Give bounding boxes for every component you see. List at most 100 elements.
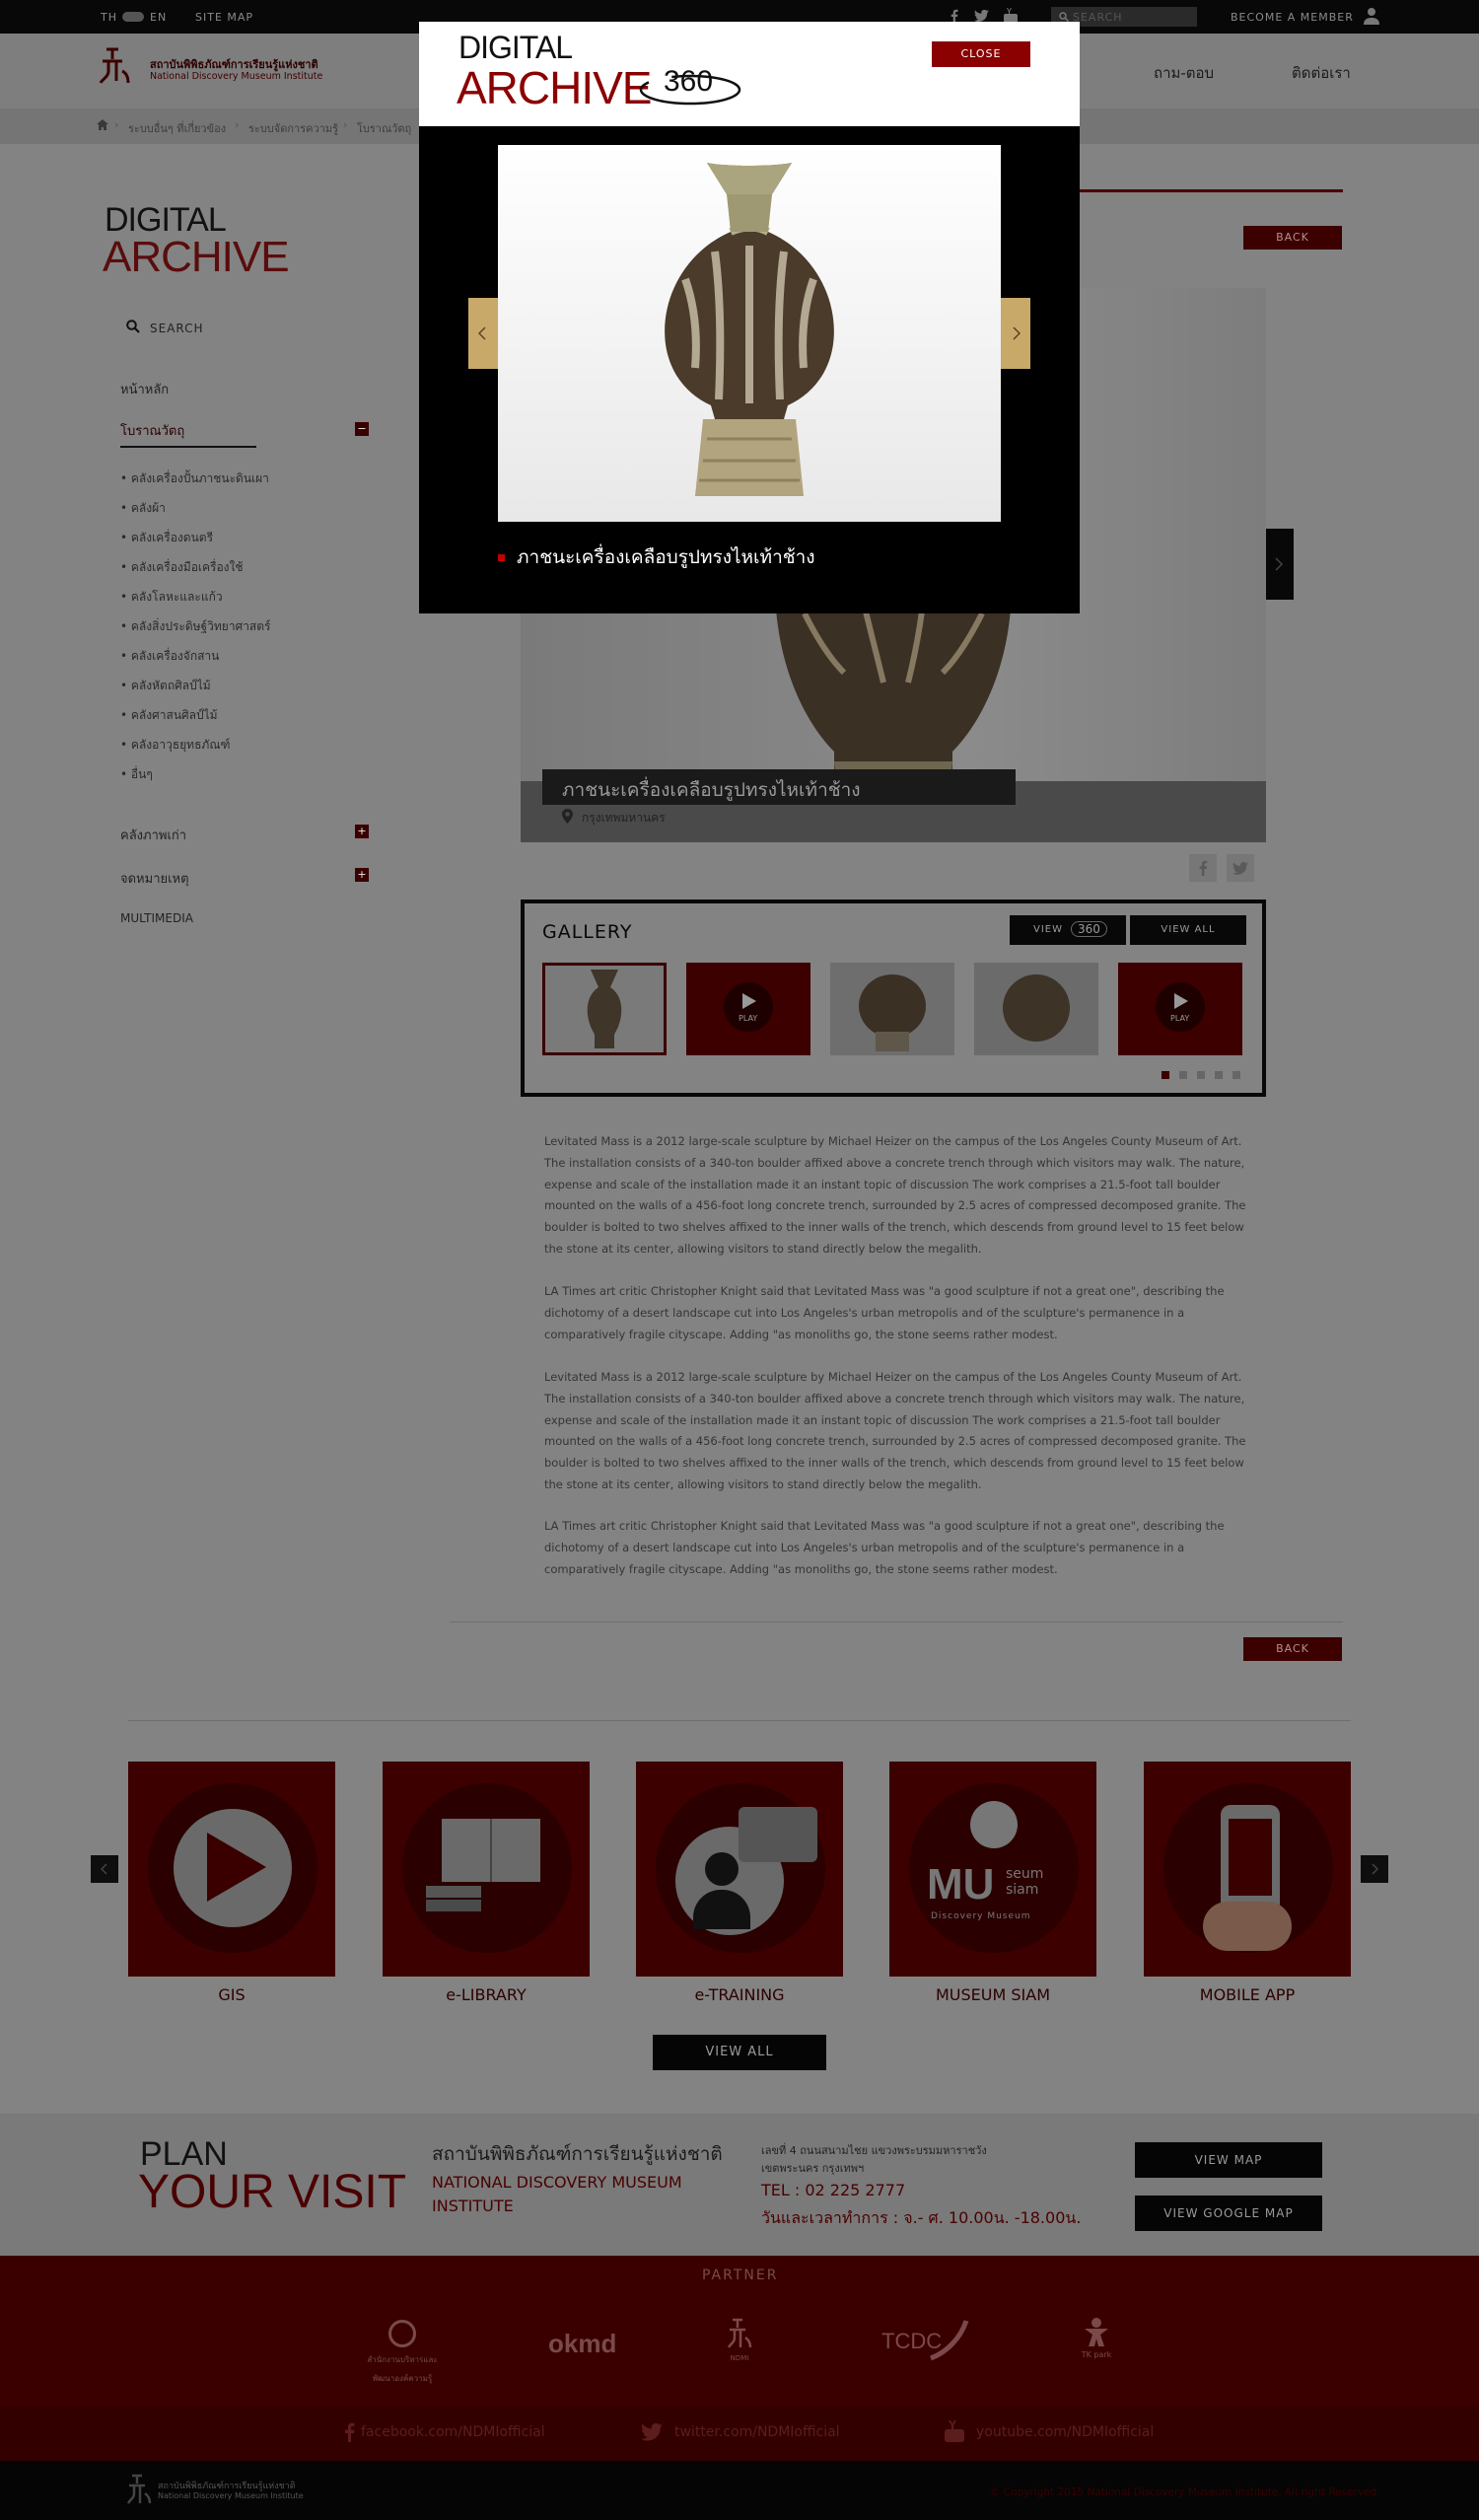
footer-logo-en: National Discovery Museum Institute bbox=[158, 2491, 304, 2500]
pager-dot[interactable] bbox=[1232, 1071, 1240, 1079]
youtube-icon[interactable] bbox=[1004, 8, 1018, 23]
address-line: เลขที่ 4 ถนนสนามไชย แขวงพระบรมมหาราชวัง bbox=[761, 2144, 987, 2157]
partner-logo-okmd[interactable]: okmd bbox=[548, 2329, 616, 2359]
gallery-thumb[interactable] bbox=[830, 963, 954, 1055]
partner-logo-tkpark[interactable]: TK park bbox=[1067, 2317, 1126, 2366]
search-icon bbox=[1059, 12, 1069, 22]
list-item[interactable]: • คลังหัตถศิลป์ไม้ bbox=[120, 677, 211, 695]
breadcrumb-item[interactable]: ระบบจัดการความรู้ bbox=[248, 119, 338, 137]
facebook-link[interactable]: facebook.com/NDMIofficial bbox=[361, 2424, 545, 2440]
list-item[interactable]: • คลังโลหะและแก้ว bbox=[120, 588, 223, 607]
user-icon[interactable] bbox=[1363, 7, 1380, 25]
twitter-icon[interactable] bbox=[974, 10, 989, 22]
chevron-left-icon bbox=[478, 326, 486, 340]
org-name-en-2: INSTITUTE bbox=[432, 2196, 514, 2215]
sidebar-item-archives[interactable]: จดหมายเหตุ bbox=[120, 868, 189, 889]
gallery-panel: GALLERY VIEW 360 VIEW ALL PLAY PLAY bbox=[521, 900, 1266, 1097]
list-item[interactable]: • คลังเครื่องจักสาน bbox=[120, 647, 219, 666]
footer: สถาบันพิพิธภัณฑ์การเรียนรู้แห่งชาติ Nati… bbox=[0, 2461, 1479, 2520]
pager-dot-active[interactable] bbox=[1162, 1071, 1169, 1079]
list-item[interactable]: • คลังเครื่องมือเครื่องใช้ bbox=[120, 558, 244, 577]
org-name-en-1: NATIONAL DISCOVERY MUSEUM bbox=[432, 2173, 682, 2192]
view-360-button[interactable]: VIEW 360 bbox=[1010, 915, 1126, 945]
view-map-button[interactable]: VIEW MAP bbox=[1135, 2142, 1322, 2178]
list-item[interactable]: • คลังผ้า bbox=[120, 499, 166, 518]
sidebar-item-antiquities[interactable]: โบราณวัตถุ bbox=[120, 420, 184, 441]
facebook-icon bbox=[1199, 860, 1208, 876]
view-google-map-button[interactable]: VIEW GOOGLE MAP bbox=[1135, 2196, 1322, 2231]
modal-vase-image[interactable] bbox=[498, 145, 1001, 522]
expand-icon[interactable]: + bbox=[355, 868, 369, 882]
nav-contact[interactable]: ติดต่อเรา bbox=[1292, 61, 1351, 85]
share-twitter-button[interactable] bbox=[1227, 854, 1254, 882]
partner-title: PARTNER bbox=[702, 2268, 779, 2283]
home-icon[interactable] bbox=[97, 119, 108, 130]
list-item[interactable]: • คลังศาสนศิลป์ไม้ bbox=[120, 706, 218, 725]
services-prev-button[interactable] bbox=[91, 1855, 118, 1883]
title-box: ภาชนะเครื่องเคลือบรูปทรงไหเท้าช้าง bbox=[542, 769, 1016, 805]
title-rule bbox=[1079, 189, 1343, 192]
breadcrumb-item[interactable]: โบราณวัตถุ bbox=[357, 119, 411, 137]
service-card-elibrary[interactable] bbox=[383, 1762, 590, 1977]
service-card-gis[interactable] bbox=[128, 1762, 335, 1977]
modal-caption: ภาชนะเครื่องเคลือบรูปทรงไหเท้าช้าง bbox=[517, 546, 815, 568]
logo-text-en: National Discovery Museum Institute bbox=[150, 71, 323, 82]
share-facebook-button[interactable] bbox=[1189, 854, 1217, 882]
twitter-link[interactable]: twitter.com/NDMIofficial bbox=[674, 2424, 840, 2440]
sitemap-link[interactable]: SITE MAP bbox=[195, 11, 253, 24]
modal-next-button[interactable] bbox=[1001, 298, 1030, 369]
service-label[interactable]: GIS bbox=[128, 1985, 335, 2004]
become-member-link[interactable]: BECOME A MEMBER bbox=[1231, 11, 1354, 24]
back-button[interactable]: BACK bbox=[1243, 226, 1342, 250]
gallery-thumb[interactable] bbox=[974, 963, 1098, 1055]
search-icon[interactable] bbox=[126, 320, 140, 333]
nav-faq[interactable]: ถาม-ตอบ bbox=[1154, 61, 1214, 85]
partner-logo-tcdc[interactable]: TCDC bbox=[880, 2317, 988, 2366]
partner-logo-kmo[interactable]: สำนักงานบริหารและพัฒนาองค์ความรู้ bbox=[363, 2320, 442, 2383]
chevron-right-icon bbox=[1372, 1863, 1378, 1875]
gallery-thumb-video[interactable]: PLAY bbox=[686, 963, 810, 1055]
pager-dot[interactable] bbox=[1215, 1071, 1223, 1079]
service-label[interactable]: MUSEUM SIAM bbox=[889, 1985, 1096, 2004]
list-item[interactable]: • คลังเครื่องปั้นภาชนะดินเผา bbox=[120, 469, 269, 488]
modal-prev-button[interactable] bbox=[468, 298, 498, 369]
service-card-etraining[interactable] bbox=[636, 1762, 843, 1977]
pager-dot[interactable] bbox=[1197, 1071, 1205, 1079]
view-all-button[interactable]: VIEW ALL bbox=[1130, 915, 1246, 945]
gallery-thumb-video[interactable]: PLAY bbox=[1118, 963, 1242, 1055]
facebook-icon[interactable] bbox=[949, 9, 960, 23]
breadcrumb-item[interactable]: ระบบอื่นๆ ที่เกี่ยวข้อง bbox=[128, 119, 226, 137]
pager-dot[interactable] bbox=[1179, 1071, 1187, 1079]
services-next-button[interactable] bbox=[1361, 1855, 1388, 1883]
list-item[interactable]: • อื่นๆ bbox=[120, 765, 153, 784]
lang-en[interactable]: EN bbox=[150, 11, 167, 24]
expand-icon[interactable]: + bbox=[355, 825, 369, 838]
ndmi-logo-icon[interactable] bbox=[126, 2473, 152, 2508]
service-label[interactable]: MOBILE APP bbox=[1144, 1985, 1351, 2004]
footer-logo-th: สถาบันพิพิธภัณฑ์การเรียนรู้แห่งชาติ bbox=[158, 2482, 296, 2491]
hero-next-button[interactable] bbox=[1266, 529, 1294, 600]
list-item[interactable]: • คลังเครื่องดนตรี bbox=[120, 529, 213, 547]
youtube-link[interactable]: youtube.com/NDMIofficial bbox=[976, 2424, 1154, 2440]
service-card-mobile-app[interactable] bbox=[1144, 1762, 1351, 1977]
lang-th[interactable]: TH bbox=[101, 11, 117, 24]
close-button[interactable]: CLOSE bbox=[932, 41, 1030, 67]
lang-toggle[interactable] bbox=[122, 12, 144, 22]
sidebar-item-multimedia[interactable]: MULTIMEDIA bbox=[120, 911, 193, 925]
location-text: กรุงเทพมหานคร bbox=[582, 811, 666, 825]
ndmi-logo-icon[interactable] bbox=[99, 45, 134, 89]
plan-title-2: YOUR VISIT bbox=[138, 2166, 407, 2218]
services-view-all-button[interactable]: VIEW ALL bbox=[653, 2035, 826, 2070]
sidebar-search[interactable]: SEARCH bbox=[150, 322, 204, 335]
collapse-icon[interactable]: − bbox=[355, 422, 369, 436]
sidebar-item-home[interactable]: หน้าหลัก bbox=[120, 379, 169, 399]
sidebar-item-photos[interactable]: คลังภาพเก่า bbox=[120, 825, 186, 845]
service-card-museum-siam[interactable]: MU seum siam Discovery Museum bbox=[889, 1762, 1096, 1977]
partner-logo-ndmi[interactable]: NDMI bbox=[718, 2317, 761, 2372]
service-label[interactable]: e-TRAINING bbox=[636, 1985, 843, 2004]
service-label[interactable]: e-LIBRARY bbox=[383, 1985, 590, 2004]
gallery-thumb[interactable] bbox=[542, 963, 667, 1055]
back-button[interactable]: BACK bbox=[1243, 1637, 1342, 1661]
list-item[interactable]: • คลังสิ่งประดิษฐ์วิทยาศาสตร์ bbox=[120, 617, 271, 636]
list-item[interactable]: • คลังอาวุธยุทธภัณฑ์ bbox=[120, 736, 230, 755]
